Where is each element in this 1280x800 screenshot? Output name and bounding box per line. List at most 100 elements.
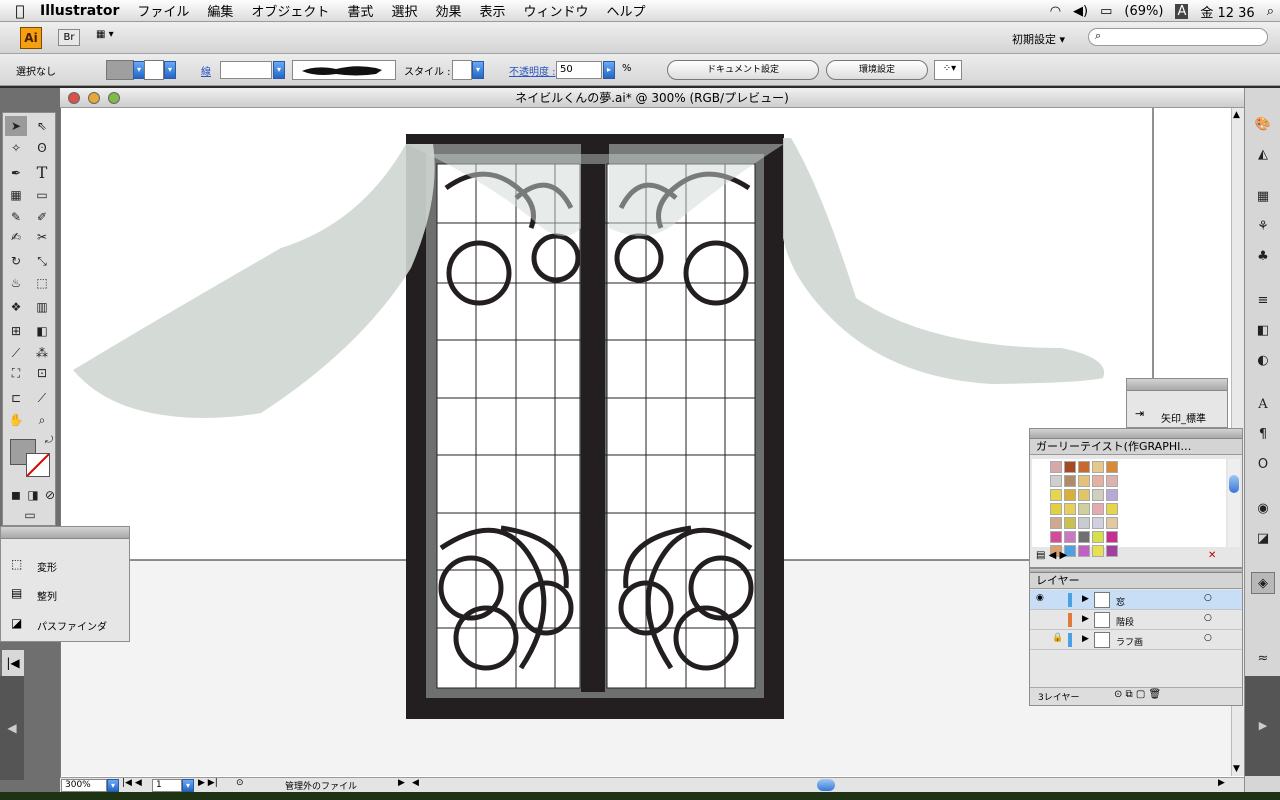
- zoom-field[interactable]: 300%: [61, 779, 107, 792]
- artboard-dropdown[interactable]: ▾: [182, 779, 194, 792]
- menu-view[interactable]: 表示: [479, 1, 505, 20]
- expand-triangle-icon[interactable]: ▶: [1082, 594, 1089, 604]
- panel-header[interactable]: [1, 527, 129, 539]
- menu-file[interactable]: ファイル: [137, 1, 189, 20]
- layer-row-window[interactable]: ◉ ▶ 窓 ○: [1030, 590, 1242, 610]
- menu-window[interactable]: ウィンドウ: [523, 1, 588, 20]
- rectangle-tool-icon[interactable]: ▭: [31, 185, 53, 205]
- transparency-panel-icon[interactable]: ◐: [1251, 350, 1275, 372]
- menu-object[interactable]: オブジェクト: [251, 1, 329, 20]
- scroll-down-icon[interactable]: ▼: [1233, 764, 1240, 774]
- layer-row-rough[interactable]: 🔒 ▶ ラフ画 ○: [1030, 630, 1242, 650]
- swatch-chip[interactable]: [1050, 531, 1062, 543]
- artboard-tool-icon[interactable]: ⊏: [5, 388, 27, 408]
- paintbrush-tool-icon[interactable]: ✎: [5, 207, 27, 227]
- swatch-chip[interactable]: [1050, 461, 1062, 473]
- panel-item-align[interactable]: 整列: [37, 588, 57, 603]
- swatch-chip[interactable]: [1106, 489, 1118, 501]
- graphic-styles-panel-icon[interactable]: ◪: [1251, 528, 1275, 550]
- swatch-chip[interactable]: [1106, 545, 1118, 557]
- document-settings-button[interactable]: ドキュメント設定: [667, 60, 819, 80]
- expand-triangle-icon[interactable]: ▶: [1082, 614, 1089, 624]
- version-cue-icon[interactable]: ⊙: [236, 778, 244, 788]
- zoom-tool-icon[interactable]: ⌕: [31, 410, 53, 430]
- search-input[interactable]: ⌕: [1088, 28, 1268, 46]
- stroke-dropdown[interactable]: ▾: [164, 61, 176, 79]
- app-menu[interactable]: Illustrator: [40, 3, 119, 19]
- swatch-chip[interactable]: [1092, 503, 1104, 515]
- swatch-chip[interactable]: [1078, 517, 1090, 529]
- volume-icon[interactable]: ◀): [1073, 4, 1088, 19]
- left-dock-expand-icon[interactable]: ◀: [0, 676, 24, 780]
- layers-action-icons[interactable]: ⊙ ⧉ ▢ 🗑: [1114, 689, 1161, 700]
- spotlight-icon[interactable]: ⌕: [1267, 4, 1274, 19]
- arrange-documents-icon[interactable]: ▦ ▾: [96, 29, 130, 46]
- selection-tool-icon[interactable]: ➤: [5, 116, 27, 136]
- menu-select[interactable]: 選択: [391, 1, 417, 20]
- warp-tool-icon[interactable]: ♨: [5, 273, 27, 293]
- target-circle-icon[interactable]: ○: [1204, 633, 1212, 643]
- character-panel-icon[interactable]: A: [1251, 394, 1275, 416]
- status-menu-icon[interactable]: ▶: [398, 778, 405, 788]
- swatch-chip[interactable]: [1106, 475, 1118, 487]
- swatch-chip[interactable]: [1092, 517, 1104, 529]
- panel-header[interactable]: [1030, 429, 1242, 439]
- mesh-tool-icon[interactable]: ⊞: [5, 321, 27, 341]
- type-tool-icon[interactable]: T: [31, 163, 53, 183]
- swatch-chip[interactable]: [1050, 503, 1062, 515]
- dock-collapse-icon[interactable]: |◀: [2, 650, 24, 676]
- color-panel-icon[interactable]: 🎨: [1251, 114, 1275, 136]
- live-paint-bucket-tool-icon[interactable]: ⛶: [5, 363, 27, 383]
- target-circle-icon[interactable]: ○: [1204, 593, 1212, 603]
- horizontal-scroll-thumb[interactable]: [817, 779, 835, 791]
- eyedropper-tool-icon[interactable]: ⟋: [5, 343, 27, 363]
- input-mode[interactable]: A: [1175, 3, 1189, 19]
- swatch-chip[interactable]: [1050, 489, 1062, 501]
- swatch-chip[interactable]: [1078, 489, 1090, 501]
- swatch-chip[interactable]: [1106, 517, 1118, 529]
- stroke-label[interactable]: 線: [201, 63, 211, 78]
- opacity-field[interactable]: 50: [556, 61, 602, 79]
- symbol-sprayer-tool-icon[interactable]: ❖: [5, 297, 27, 317]
- swatch-chip[interactable]: [1092, 475, 1104, 487]
- swatch-chip[interactable]: [1092, 461, 1104, 473]
- paragraph-panel-icon[interactable]: ¶: [1251, 424, 1275, 446]
- swatch-chip[interactable]: [1078, 461, 1090, 473]
- swatch-chip[interactable]: [1064, 503, 1076, 515]
- swatch-chip[interactable]: [1078, 531, 1090, 543]
- visibility-eye-icon[interactable]: ◉: [1036, 593, 1044, 603]
- target-circle-icon[interactable]: ○: [1204, 613, 1212, 623]
- free-transform-tool-icon[interactable]: ⬚: [31, 273, 53, 293]
- stroke-panel-icon[interactable]: ≡: [1251, 290, 1275, 312]
- collapse-dock-icon[interactable]: ≈: [1251, 648, 1275, 670]
- screen-mode-icon[interactable]: ▭: [15, 505, 45, 525]
- layer-name[interactable]: 窓: [1116, 595, 1125, 608]
- clock[interactable]: 金 12 36: [1200, 2, 1254, 21]
- swatch-chip[interactable]: [1092, 531, 1104, 543]
- minimize-window-icon[interactable]: [88, 92, 100, 104]
- swatch-chip[interactable]: [1078, 545, 1090, 557]
- isolation-mode-icon[interactable]: ⁘▾: [934, 60, 962, 80]
- graphic-style-swatch[interactable]: [452, 60, 472, 80]
- swatch-chip[interactable]: [1078, 503, 1090, 515]
- panel-header[interactable]: [1127, 379, 1227, 391]
- layers-panel-icon[interactable]: ◈: [1251, 572, 1275, 594]
- gradient-panel-icon[interactable]: ◧: [1251, 320, 1275, 342]
- layer-name[interactable]: 階段: [1116, 615, 1134, 628]
- swatch-chip[interactable]: [1106, 531, 1118, 543]
- brush-definition[interactable]: [292, 60, 396, 80]
- menu-type[interactable]: 書式: [347, 1, 373, 20]
- pen-tool-icon[interactable]: ✒: [5, 163, 27, 183]
- scroll-right-icon[interactable]: ▶: [1218, 778, 1225, 788]
- swap-fill-stroke-icon[interactable]: ⤾: [38, 431, 60, 451]
- swatch-chip[interactable]: [1106, 503, 1118, 515]
- panel-item-transform[interactable]: 変形: [37, 559, 57, 574]
- swatch-chip[interactable]: [1050, 517, 1062, 529]
- gradient-tool-icon[interactable]: ◧: [31, 321, 53, 341]
- swatch-chip[interactable]: [1078, 475, 1090, 487]
- swatch-chip[interactable]: [1064, 461, 1076, 473]
- zoom-dropdown[interactable]: ▾: [107, 779, 119, 792]
- swatch-chip[interactable]: [1092, 545, 1104, 557]
- artboard-number-field[interactable]: 1: [152, 779, 182, 792]
- blob-brush-tool-icon[interactable]: ✍: [5, 227, 27, 247]
